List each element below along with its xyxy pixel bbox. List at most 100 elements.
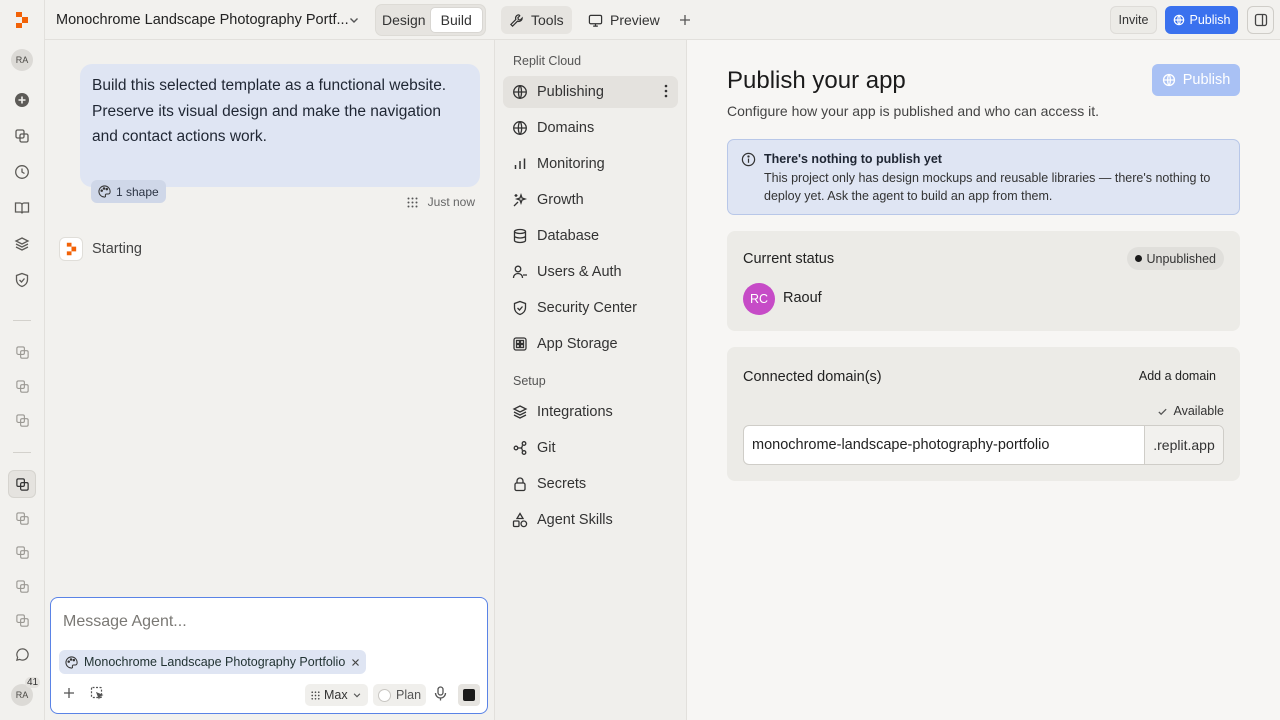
account-avatar[interactable]: RA 41: [8, 677, 41, 709]
add-domain-button[interactable]: Add a domain: [1139, 369, 1216, 383]
select-element-icon[interactable]: [90, 686, 104, 700]
grid-dots-icon: [311, 690, 320, 700]
sidebar-item-label: Integrations: [537, 404, 613, 420]
grid-dots-icon[interactable]: [407, 197, 418, 208]
tab-tools[interactable]: Tools: [501, 6, 572, 34]
sidebar-item-agent-skills[interactable]: Agent Skills: [503, 504, 678, 536]
plan-label: Plan: [396, 688, 422, 702]
sidebar-item-database[interactable]: Database: [503, 220, 678, 252]
model-select[interactable]: Max: [305, 684, 368, 706]
design-mode-button[interactable]: Design: [378, 7, 430, 33]
top-bar: Monochrome Landscape Photography Portf..…: [45, 0, 1280, 40]
sidebar-item-label: Publishing: [537, 84, 604, 100]
notification-count-badge: 41: [25, 677, 41, 688]
sidebar-item-integrations[interactable]: Integrations: [503, 396, 678, 428]
domains-card-title: Connected domain(s): [743, 369, 882, 385]
availability-status: Available: [1157, 404, 1224, 418]
sidebar-item-secrets[interactable]: Secrets: [503, 468, 678, 500]
sidebar-item-label: Agent Skills: [537, 512, 613, 528]
avatar: RC: [743, 283, 775, 315]
close-icon[interactable]: [351, 658, 360, 667]
avatar: RA: [11, 49, 33, 71]
sidebar-item-git[interactable]: Git: [503, 432, 678, 464]
workspace-icon[interactable]: [8, 572, 36, 600]
sidebar-item-domains[interactable]: Domains: [503, 112, 678, 144]
attachment-chip[interactable]: 1 shape: [91, 180, 166, 203]
layers-icon: [512, 404, 528, 420]
projects-icon[interactable]: [8, 122, 36, 150]
publish-button-top[interactable]: Publish: [1165, 6, 1238, 34]
add-tab-icon[interactable]: [670, 6, 700, 34]
workspace-icon[interactable]: [8, 538, 36, 566]
growth-icon: [512, 192, 528, 208]
git-icon: [512, 440, 528, 456]
layers-icon[interactable]: [8, 230, 36, 258]
add-attachment-icon[interactable]: [62, 686, 76, 700]
agent-logo-icon: [59, 237, 83, 261]
stop-button[interactable]: [458, 684, 480, 706]
bar-chart-icon: [512, 156, 528, 172]
workspace-icon[interactable]: [8, 338, 36, 366]
new-item-icon[interactable]: [8, 86, 36, 114]
message-composer[interactable]: Message Agent... Monochrome Landscape Ph…: [50, 597, 488, 714]
docs-book-icon[interactable]: [8, 194, 36, 222]
agent-status-row: Starting: [59, 237, 142, 261]
users-icon: [512, 264, 528, 280]
timestamp-text: Just now: [427, 195, 475, 209]
workspace-icon[interactable]: [8, 606, 36, 634]
project-title[interactable]: Monochrome Landscape Photography Portf..…: [56, 12, 349, 28]
more-options-icon[interactable]: [664, 84, 668, 98]
sidebar-item-label: Secrets: [537, 476, 587, 492]
sidebar-item-growth[interactable]: Growth: [503, 184, 678, 216]
publish-button-disabled[interactable]: Publish: [1152, 64, 1240, 96]
workspace-icon[interactable]: [8, 372, 36, 400]
status-card-title: Current status: [743, 251, 835, 267]
tab-preview[interactable]: Preview: [580, 6, 668, 34]
workspace-active-icon[interactable]: [8, 470, 36, 498]
sidebar-item-users-auth[interactable]: Users & Auth: [503, 256, 678, 288]
notice-body: This project only has design mockups and…: [764, 171, 1211, 203]
mode-switch: Design Build: [375, 4, 486, 36]
domain-input[interactable]: monochrome-landscape-photography-portfol…: [744, 426, 1144, 464]
workspace-icon[interactable]: [8, 406, 36, 434]
workspace-icon[interactable]: [8, 504, 36, 532]
sidebar-item-label: Git: [537, 440, 556, 456]
sidebar-item-app-storage[interactable]: App Storage: [503, 328, 678, 360]
user-message-text: Build this selected template as a functi…: [92, 77, 447, 145]
microphone-icon[interactable]: [434, 686, 447, 701]
rail-divider: [13, 452, 31, 453]
sidebar-item-monitoring[interactable]: Monitoring: [503, 148, 678, 180]
domain-suffix: .replit.app: [1144, 426, 1223, 464]
tab-preview-label: Preview: [610, 12, 660, 28]
sidebar-item-label: Monitoring: [537, 156, 605, 172]
section-heading-setup: Setup: [513, 374, 546, 388]
notice-title: There's nothing to publish yet: [764, 152, 942, 166]
toggle-circle-icon: [378, 688, 391, 702]
build-mode-button[interactable]: Build: [429, 7, 483, 33]
publish-top-label: Publish: [1189, 13, 1231, 27]
stop-icon: [463, 689, 475, 701]
message-timestamp: Just now: [407, 195, 475, 209]
history-icon[interactable]: [8, 158, 36, 186]
replit-logo-icon[interactable]: [8, 6, 36, 34]
publish-button-label: Publish: [1182, 72, 1231, 88]
globe-icon: [512, 120, 528, 136]
plan-toggle[interactable]: Plan: [373, 684, 427, 706]
sidebar-item-security-center[interactable]: Security Center: [503, 292, 678, 324]
agent-status-text: Starting: [92, 241, 142, 257]
panel-toggle-icon[interactable]: [1247, 6, 1274, 34]
chat-bubble-icon[interactable]: [8, 640, 36, 668]
info-notice: There's nothing to publish yet This proj…: [727, 139, 1240, 215]
invite-button[interactable]: Invite: [1110, 6, 1157, 34]
context-chip[interactable]: Monochrome Landscape Photography Portfol…: [59, 650, 367, 674]
shield-check-icon[interactable]: [8, 266, 36, 294]
attachment-chip-label: 1 shape: [116, 184, 159, 199]
status-card: Current status Unpublished RC Raouf: [727, 231, 1240, 331]
sidebar-item-publishing[interactable]: Publishing: [503, 76, 678, 108]
message-input[interactable]: Message Agent...: [63, 613, 187, 631]
user-message-bubble: Build this selected template as a functi…: [80, 64, 480, 203]
profile-avatar[interactable]: RA: [8, 46, 36, 74]
tools-sidebar: Replit Cloud Publishing Domains Monitori…: [495, 40, 687, 720]
chevron-down-icon[interactable]: [348, 14, 360, 26]
domain-field: monochrome-landscape-photography-portfol…: [743, 425, 1224, 465]
